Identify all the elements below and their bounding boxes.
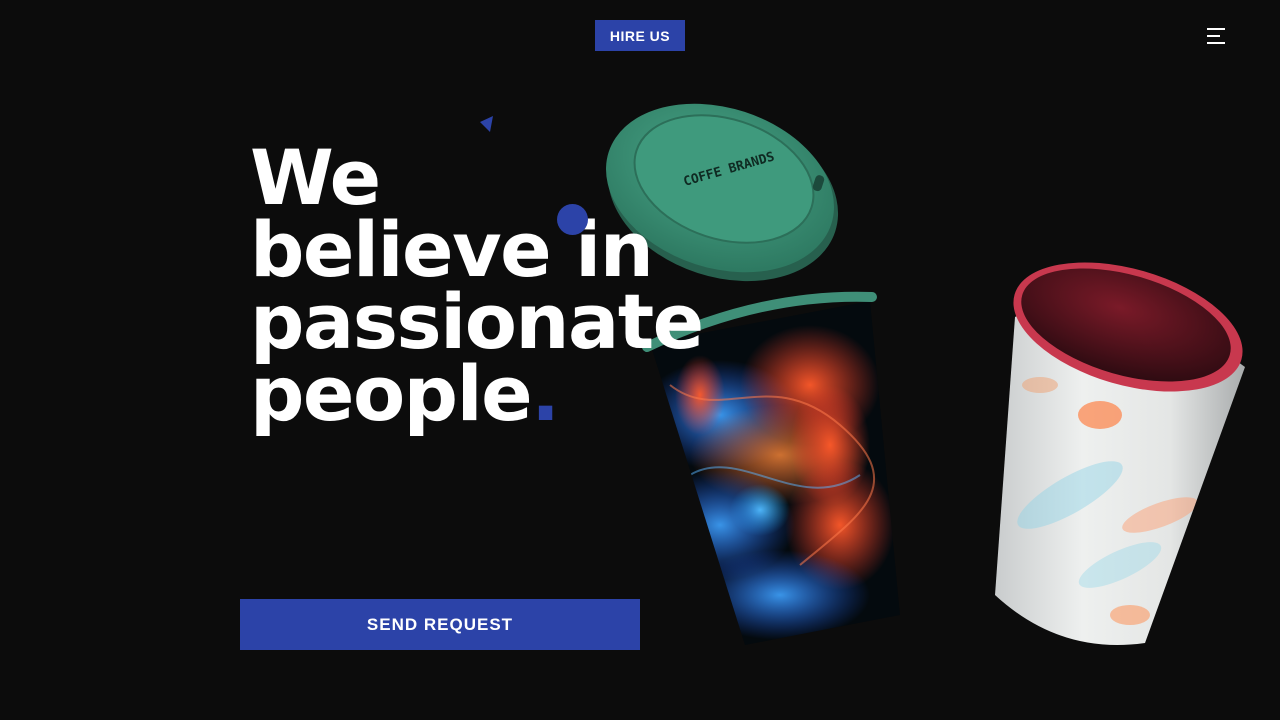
hire-us-button[interactable]: HIRE US	[595, 20, 685, 51]
headline-line-4-wrap: people.	[250, 356, 703, 432]
hero-headline: We believe in passionate people.	[250, 133, 704, 432]
headline-period: .	[531, 349, 560, 438]
send-request-button[interactable]: SEND REQUEST	[240, 599, 640, 650]
hamburger-menu-icon	[1207, 28, 1225, 30]
headline-line-1: We	[250, 133, 381, 222]
circle-decoration	[557, 204, 588, 235]
triangle-decoration	[480, 116, 493, 132]
headline-line-4: people	[250, 349, 533, 438]
headline-line-2: believe in	[250, 205, 654, 294]
marble-cup	[995, 262, 1245, 645]
hamburger-menu-icon-bar	[1207, 35, 1220, 37]
hamburger-menu-icon-bar	[1207, 42, 1225, 44]
headline-line-3: passionate	[250, 277, 704, 366]
menu-button[interactable]	[1201, 24, 1229, 48]
